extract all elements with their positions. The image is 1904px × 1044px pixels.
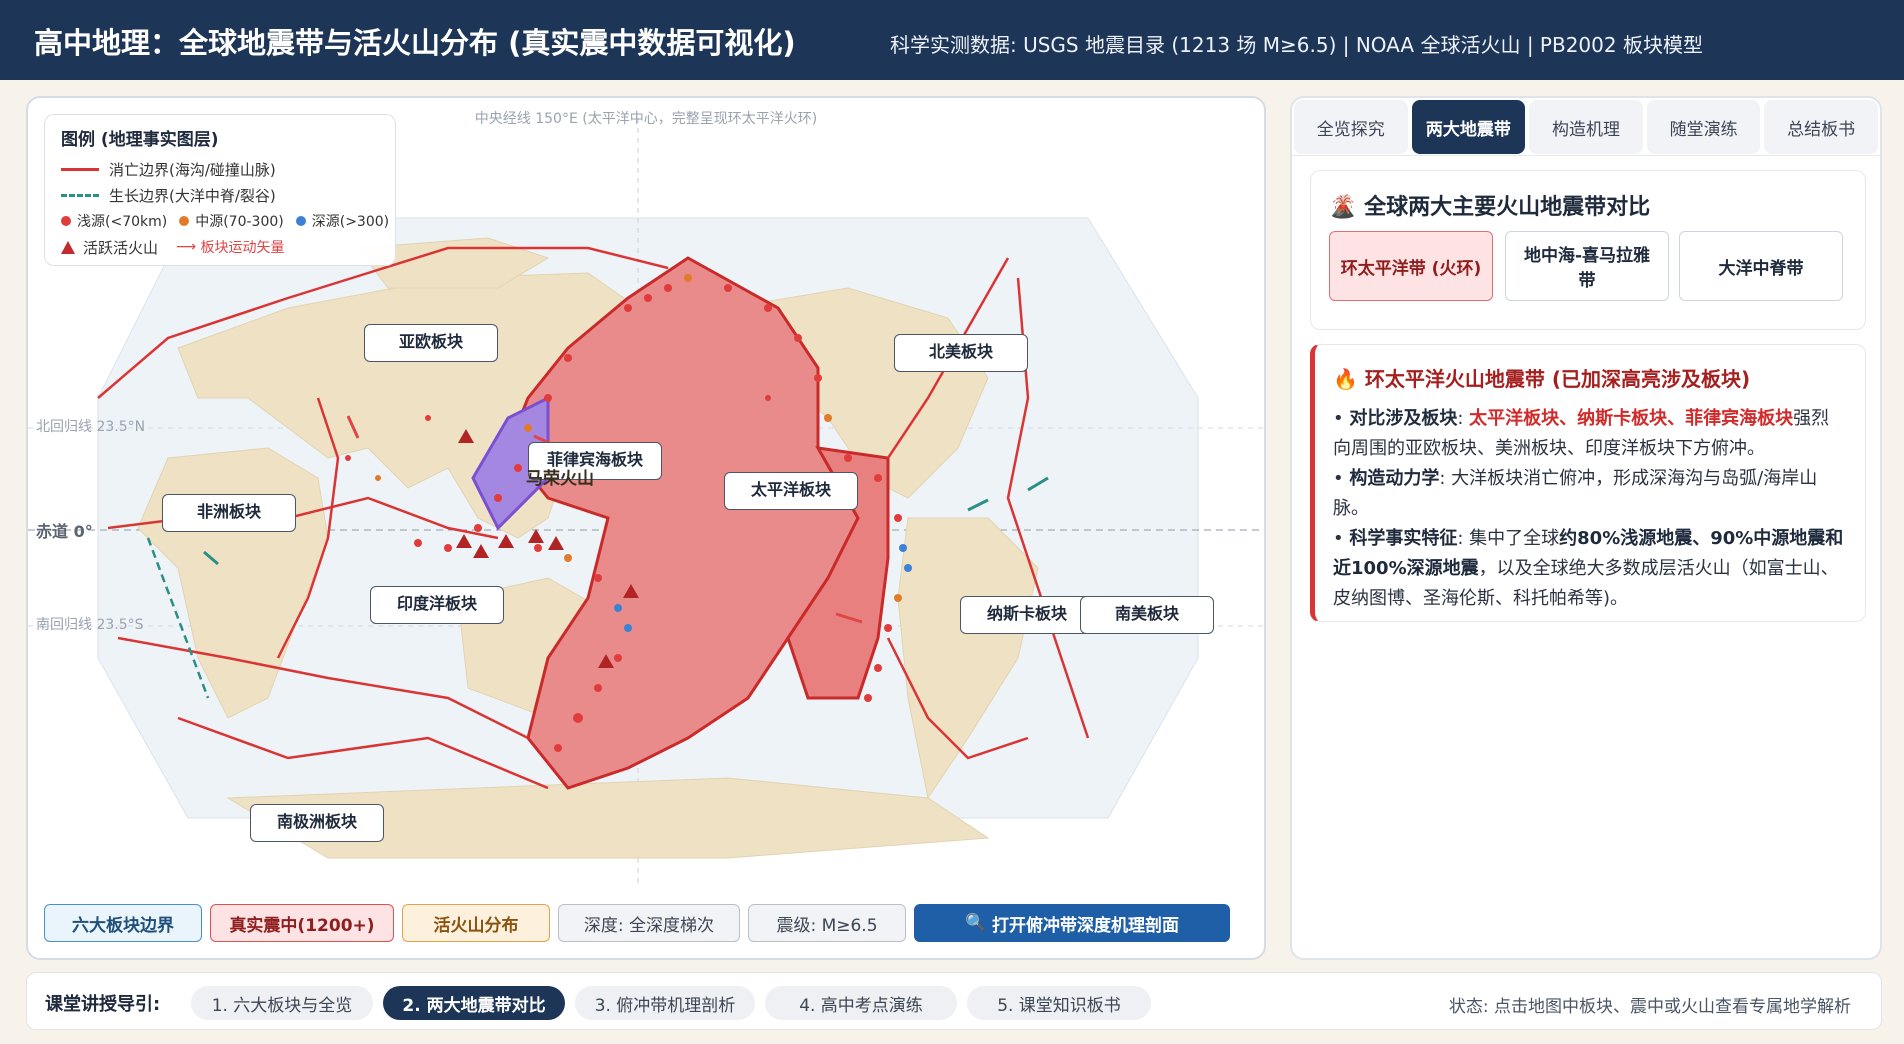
- open-profile-button[interactable]: 🔍 打开俯冲带深度机理剖面: [914, 904, 1230, 942]
- volcano-triangle-icon: [61, 240, 75, 254]
- tropic-north-label: 北回归线 23.5°N: [36, 419, 146, 435]
- magnitude-filter-select[interactable]: 震级: M≥6.5: [748, 904, 906, 942]
- legend-subduction-label: 消亡边界(海沟/碰撞山脉): [109, 160, 276, 179]
- step-2[interactable]: 2. 两大地震带对比: [383, 986, 565, 1020]
- detail-dynamics-label: 构造动力学: [1349, 468, 1440, 489]
- map-panel[interactable]: 中央经线 150°E (太平洋中心，完整呈现环太平洋火环) 北回归线 23.5°…: [26, 96, 1266, 960]
- deep-dot-icon: [295, 216, 306, 226]
- legend-divergent-label: 生长边界(大洋中脊/裂谷): [109, 186, 276, 205]
- toggle-boundaries-button[interactable]: 六大板块边界: [44, 904, 202, 942]
- data-source-subtitle: 科学实测数据: USGS 地震目录 (1213 场 M≥6.5) | NOAA …: [890, 33, 1703, 57]
- map-toolbar: 六大板块边界 真实震中(1200+) 活火山分布 深度: 全深度梯次 震级: M…: [44, 904, 1230, 942]
- intermediate-dot-icon: [179, 216, 190, 226]
- equator-label: 赤道 0°: [36, 522, 93, 541]
- detail-paragraph-features: • 科学事实特征: 集中了全球约80%浅源地震、90%中源地震和近100%深源地…: [1333, 528, 1844, 609]
- legend-title: 图例 (地理事实图层): [61, 130, 219, 150]
- belt-mediterranean-button[interactable]: 地中海-喜马拉雅带: [1505, 231, 1669, 301]
- belt-card-title: 全球两大主要火山地震带对比: [1364, 195, 1651, 220]
- detail-plates-highlight: 太平洋板块、纳斯卡板块、菲律宾海板块: [1469, 408, 1794, 429]
- legend-depth: 浅源(<70km) 中源(70-300) 深源(>300): [61, 208, 389, 234]
- plate-label-nazca[interactable]: 纳斯卡板块: [960, 596, 1094, 634]
- volcano-icon: 🌋: [1329, 195, 1365, 220]
- plate-label-antarctic[interactable]: 南极洲板块: [250, 804, 384, 842]
- legend-vector-label: 板块运动矢量: [200, 240, 285, 256]
- guide-label: 课堂讲授导引:: [45, 994, 161, 1015]
- app-header: 高中地理：全球地震带与活火山分布 (真实震中数据可视化) 科学实测数据: USG…: [0, 0, 1904, 80]
- tab-summary[interactable]: 总结板书: [1764, 100, 1878, 154]
- status-text: 状态: 点击地图中板块、震中或火山查看专属地学解析: [1448, 997, 1851, 1017]
- belt-pacific-button[interactable]: 环太平洋带 (火环): [1329, 231, 1493, 301]
- subduction-line-swatch: [61, 167, 99, 171]
- belt-detail-title: 环太平洋火山地震带 (已加深高亮涉及板块): [1364, 367, 1751, 391]
- depth-filter-select[interactable]: 深度: 全深度梯次: [558, 904, 740, 942]
- open-profile-label: 打开俯冲带深度机理剖面: [992, 915, 1180, 936]
- detail-paragraph-dynamics: • 构造动力学: 大洋板块消亡俯冲，形成深海沟与岛弧/海岸山脉。: [1333, 468, 1818, 519]
- tropic-south-label: 南回归线 23.5°S: [36, 617, 144, 633]
- step-1[interactable]: 1. 六大板块与全览: [191, 986, 373, 1020]
- page-title: 高中地理：全球地震带与活火山分布 (真实震中数据可视化): [34, 26, 796, 60]
- legend-volcano-vector: 活跃活火山 ⟶ 板块运动矢量: [61, 234, 379, 260]
- plate-label-north-american[interactable]: 北美板块: [894, 334, 1028, 372]
- toggle-quakes-button[interactable]: 真实震中(1200+): [210, 904, 394, 942]
- step-5[interactable]: 5. 课堂知识板书: [967, 986, 1151, 1020]
- side-panel: 全览探究 两大地震带 构造机理 随堂演练 总结板书 🌋 全球两大主要火山地震带对…: [1290, 96, 1882, 960]
- shallow-dot-icon: [61, 216, 71, 226]
- detail-plates-label: 对比涉及板块: [1349, 408, 1458, 429]
- tab-practice[interactable]: 随堂演练: [1646, 100, 1761, 154]
- legend-shallow-label: 浅源(<70km): [77, 214, 168, 230]
- toggle-volcanoes-button[interactable]: 活火山分布: [402, 904, 550, 942]
- plate-label-south-american[interactable]: 南美板块: [1080, 596, 1214, 634]
- map-legend: 图例 (地理事实图层) 消亡边界(海沟/碰撞山脉) 生长边界(大洋中脊/裂谷) …: [44, 114, 396, 266]
- fire-icon: 🔥: [1333, 367, 1365, 391]
- detail-features-pre: 集中了全球: [1469, 528, 1560, 549]
- belt-ridge-button[interactable]: 大洋中脊带: [1679, 231, 1843, 301]
- side-tabs: 全览探究 两大地震带 构造机理 随堂演练 总结板书: [1292, 98, 1880, 156]
- tab-overview[interactable]: 全览探究: [1294, 100, 1408, 154]
- lesson-guide-footer: 课堂讲授导引: 1. 六大板块与全览 2. 两大地震带对比 3. 俯冲带机理剖析…: [26, 972, 1882, 1030]
- legend-deep-label: 深源(>300): [311, 214, 390, 230]
- vector-arrow-icon: ⟶: [176, 239, 201, 255]
- step-4[interactable]: 4. 高中考点演练: [765, 986, 957, 1020]
- belt-detail-card: 🔥 环太平洋火山地震带 (已加深高亮涉及板块) • 对比涉及板块: 太平洋板块、…: [1310, 344, 1866, 622]
- legend-subduction: 消亡边界(海沟/碰撞山脉): [61, 156, 379, 182]
- tab-mechanism[interactable]: 构造机理: [1529, 100, 1643, 154]
- plate-label-african[interactable]: 非洲板块: [162, 494, 296, 532]
- divergent-line-swatch: [61, 193, 99, 197]
- plate-label-eurasian[interactable]: 亚欧板块: [364, 324, 498, 362]
- tab-two-belts[interactable]: 两大地震带: [1411, 100, 1526, 154]
- mayon-volcano-label[interactable]: 马荣火山: [526, 464, 594, 489]
- plate-label-indian[interactable]: 印度洋板块: [370, 586, 504, 624]
- detail-paragraph-plates: • 对比涉及板块: 太平洋板块、纳斯卡板块、菲律宾海板块强烈向周围的亚欧板块、美…: [1333, 408, 1830, 459]
- legend-intermediate-label: 中源(70-300): [195, 214, 284, 230]
- legend-divergent: 生长边界(大洋中脊/裂谷): [61, 182, 379, 208]
- search-icon: 🔍: [964, 913, 993, 933]
- legend-volcano-label: 活跃活火山: [83, 238, 159, 257]
- detail-features-label: 科学事实特征: [1349, 528, 1458, 549]
- plate-label-pacific[interactable]: 太平洋板块: [724, 472, 858, 510]
- belt-comparison-card: 🌋 全球两大主要火山地震带对比 环太平洋带 (火环) 地中海-喜马拉雅带 大洋中…: [1310, 170, 1866, 330]
- step-3[interactable]: 3. 俯冲带机理剖析: [575, 986, 755, 1020]
